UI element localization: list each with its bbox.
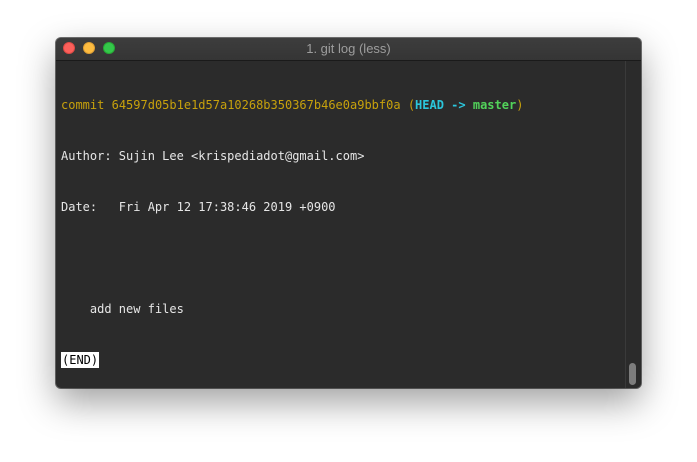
commit-hash: 64597d05b1e1d57a10268b350367b46e0a9bbf0a bbox=[111, 98, 401, 112]
commit-message-line: add new files bbox=[61, 302, 184, 316]
commit-label: commit bbox=[61, 98, 105, 112]
ref-close-paren: ) bbox=[516, 98, 524, 112]
pager-prompt-line: (END) bbox=[61, 352, 625, 369]
window-title: 1. git log (less) bbox=[306, 41, 391, 56]
head-ref: HEAD -> bbox=[415, 98, 466, 112]
terminal-output[interactable]: commit 64597d05b1e1d57a10268b350367b46e0… bbox=[61, 63, 625, 388]
ref-open-paren: ( bbox=[407, 98, 416, 112]
vertical-scrollbar[interactable] bbox=[625, 61, 641, 388]
title-bar[interactable]: 1. git log (less) bbox=[56, 38, 641, 61]
end-marker: (END) bbox=[61, 352, 100, 368]
branch-name: master bbox=[472, 98, 517, 112]
commit-line: commit 64597d05b1e1d57a10268b350367b46e0… bbox=[61, 97, 625, 114]
author-line: Author: Sujin Lee <krispediadot@gmail.co… bbox=[61, 149, 365, 163]
terminal-window: 1. git log (less) commit 64597d05b1e1d57… bbox=[56, 38, 641, 388]
date-line: Date: Fri Apr 12 17:38:46 2019 +0900 bbox=[61, 200, 336, 214]
scrollbar-thumb[interactable] bbox=[629, 363, 636, 385]
